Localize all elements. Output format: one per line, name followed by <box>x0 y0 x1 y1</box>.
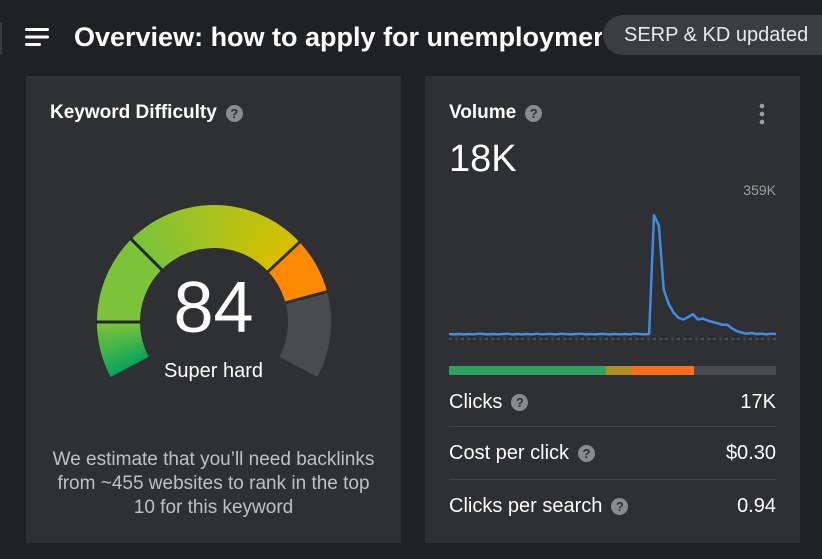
difficulty-level: Super hard <box>164 360 263 382</box>
volume-title: Volume <box>449 102 517 123</box>
cost-per-click-value: $0.30 <box>725 441 776 464</box>
serp-kd-updated-badge[interactable]: SERP & KD updated <box>603 15 822 55</box>
difficulty-score: 84 <box>173 268 254 348</box>
volume-value: 18K <box>449 138 517 180</box>
clicks-label: Clicks <box>449 390 503 413</box>
clicks-per-search-help-icon[interactable]: ? <box>611 497 629 515</box>
page-title: Overview: how to apply for unemploymer <box>74 22 602 52</box>
volume-card: Volume ? 18K 359K Clicks ? 17K Cost per … <box>425 76 800 543</box>
more-options-icon[interactable] <box>755 102 769 126</box>
keyword-difficulty-title: Keyword Difficulty <box>50 102 217 123</box>
click-distribution-segment <box>605 366 633 375</box>
keyword-difficulty-heading: Keyword Difficulty ? <box>50 102 243 124</box>
menu-icon[interactable] <box>20 20 54 54</box>
volume-trend-chart <box>449 213 776 340</box>
clicks-value: 17K <box>740 390 776 413</box>
keyword-difficulty-card: Keyword Difficulty ? 84 Super hard We es… <box>26 76 401 543</box>
cost-per-click-row: Cost per click ? $0.30 <box>449 427 776 479</box>
volume-trend-line <box>449 213 776 336</box>
cost-per-click-label: Cost per click <box>449 441 570 464</box>
clicks-per-search-row: Clicks per search ? 0.94 <box>449 480 776 532</box>
sidebar-edge <box>0 22 2 54</box>
top-bar: Overview: how to apply for unemploymer S… <box>0 0 822 72</box>
clicks-help-icon[interactable]: ? <box>511 393 529 411</box>
cost-per-click-help-icon[interactable]: ? <box>578 444 596 462</box>
clicks-per-search-label: Clicks per search <box>449 494 603 517</box>
click-distribution-segment <box>694 366 776 375</box>
clicks-row: Clicks ? 17K <box>449 376 776 428</box>
keyword-difficulty-help-icon[interactable]: ? <box>225 104 243 122</box>
volume-help-icon[interactable]: ? <box>525 104 543 122</box>
click-distribution-bar <box>449 366 776 375</box>
difficulty-description: We estimate that you’ll need backlinks f… <box>52 449 375 518</box>
volume-heading: Volume ? <box>449 102 543 124</box>
click-distribution-segment <box>449 366 606 375</box>
chart-max-label: 359K <box>743 182 776 198</box>
clicks-per-search-value: 0.94 <box>737 494 776 517</box>
click-distribution-segment <box>632 366 695 375</box>
